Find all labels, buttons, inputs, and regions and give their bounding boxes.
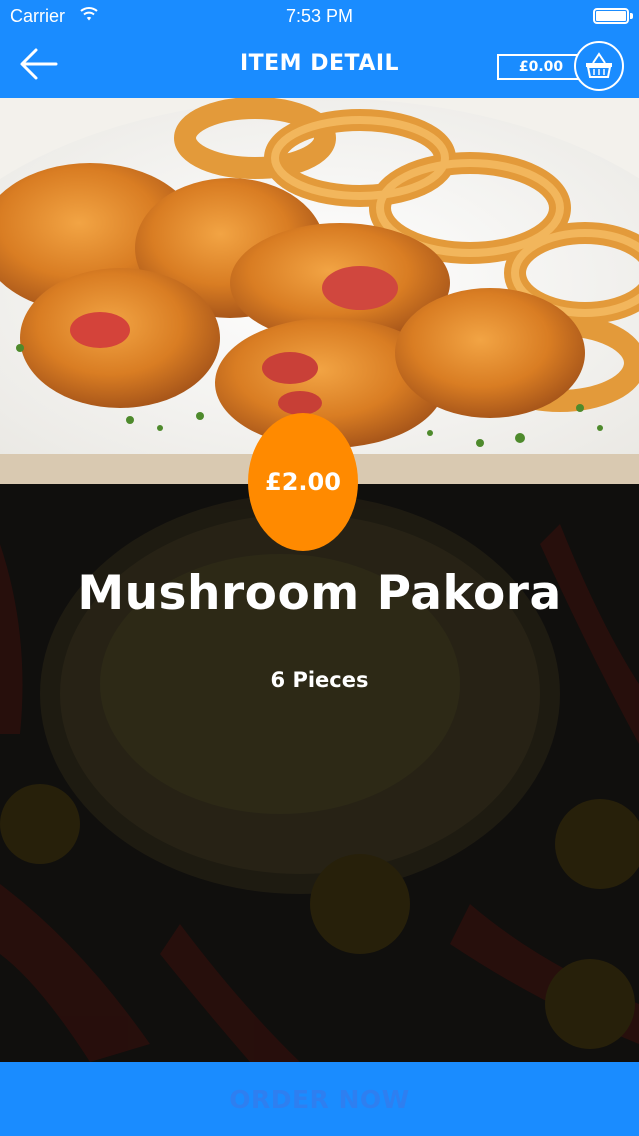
item-name: Mushroom Pakora: [77, 566, 562, 621]
battery-icon: [593, 8, 633, 24]
navigation-bar: ITEM DETAIL £0.00: [0, 34, 639, 98]
cart-button[interactable]: [574, 41, 624, 91]
price-badge: £2.00: [248, 413, 358, 551]
order-now-button[interactable]: ORDER NOW: [0, 1062, 639, 1136]
status-bar: Carrier 7:53 PM: [0, 0, 639, 34]
basket-icon: [586, 52, 612, 78]
status-time: 7:53 PM: [285, 6, 354, 26]
item-description: 6 Pieces: [270, 668, 369, 692]
cart-total[interactable]: £0.00: [497, 54, 585, 80]
